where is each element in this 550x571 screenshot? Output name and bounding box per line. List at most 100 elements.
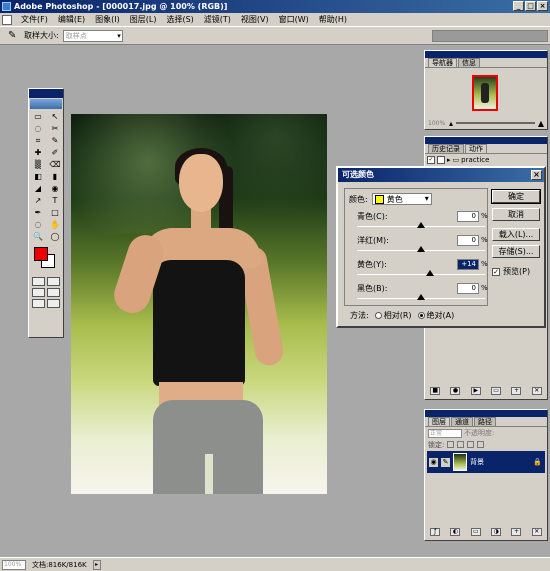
document-size-info[interactable]: 文档:816K/816K: [32, 560, 87, 570]
gradient-tool-icon[interactable]: ▮: [47, 171, 63, 182]
magic-wand-tool-icon[interactable]: ✂: [47, 123, 63, 134]
history-panel-title-bar[interactable]: [425, 137, 547, 144]
standard-screen-icon[interactable]: [32, 288, 45, 297]
status-menu-arrow-icon[interactable]: ▸: [92, 559, 101, 570]
document-canvas[interactable]: [71, 114, 327, 494]
black-slider-thumb[interactable]: [417, 294, 425, 300]
layers-panel-title-bar[interactable]: [425, 410, 547, 417]
standard-mode-icon[interactable]: [32, 277, 45, 286]
pen-tool-icon[interactable]: ✒: [30, 207, 46, 218]
load-button[interactable]: 载入(L)...: [492, 228, 540, 241]
new-set-icon[interactable]: ▭: [491, 387, 502, 395]
new-action-icon[interactable]: +: [511, 387, 522, 395]
method-relative-radio[interactable]: 相对(R): [374, 310, 412, 321]
dialog-title-bar[interactable]: 可选颜色 ×: [338, 168, 544, 182]
maximize-button[interactable]: □: [525, 1, 536, 11]
tab-paths[interactable]: 路径: [474, 417, 496, 426]
magenta-slider-thumb[interactable]: [417, 246, 425, 252]
action-row[interactable]: ✓ ▸ ▭ practice: [425, 154, 547, 166]
trash-icon[interactable]: ✕: [531, 528, 542, 536]
cancel-button[interactable]: 取消: [492, 208, 540, 221]
menu-file[interactable]: 文件(F): [16, 14, 53, 25]
yellow-slider-thumb[interactable]: [425, 270, 434, 276]
layer-style-icon[interactable]: ƒ: [430, 528, 441, 536]
healing-brush-tool-icon[interactable]: ✚: [30, 147, 46, 158]
toolbox-title-bar[interactable]: [29, 89, 63, 98]
yellow-slider-track[interactable]: [357, 274, 485, 275]
cyan-slider-thumb[interactable]: [417, 222, 425, 228]
yellow-value-input[interactable]: +14: [457, 259, 479, 270]
trash-icon[interactable]: ✕: [531, 387, 542, 395]
document-icon[interactable]: [2, 14, 12, 25]
lock-position-checkbox[interactable]: [467, 441, 475, 448]
tab-layers[interactable]: 图层: [428, 417, 450, 426]
action-dialog-toggle[interactable]: [437, 156, 445, 164]
navigator-thumbnail[interactable]: [472, 75, 498, 111]
palette-well[interactable]: [432, 30, 548, 42]
visibility-eye-icon[interactable]: ◉: [429, 457, 438, 467]
stop-icon[interactable]: ■: [430, 387, 441, 395]
foreground-color-swatch[interactable]: [34, 247, 48, 261]
history-brush-tool-icon[interactable]: ⌫: [47, 159, 63, 170]
tab-channels[interactable]: 通道: [451, 417, 473, 426]
navigator-panel-title-bar[interactable]: [425, 51, 547, 58]
adjustment-layer-icon[interactable]: ◑: [491, 528, 502, 536]
save-button[interactable]: 存储(S)...: [492, 245, 540, 258]
action-toggle-checkbox[interactable]: ✓: [427, 156, 435, 164]
preview-checkbox[interactable]: ✓: [492, 267, 500, 276]
tab-navigator[interactable]: 导航器: [428, 58, 457, 67]
play-icon[interactable]: ▶: [470, 387, 481, 395]
type-tool-icon[interactable]: T: [47, 195, 63, 206]
eyedropper-tool-icon[interactable]: ✋: [47, 219, 63, 230]
shape-tool-icon[interactable]: □: [47, 207, 63, 218]
magenta-value-input[interactable]: 0: [457, 235, 479, 246]
quick-mask-mode-icon[interactable]: [47, 277, 60, 286]
dodge-tool-icon[interactable]: ◉: [47, 183, 63, 194]
new-layer-icon[interactable]: +: [511, 528, 522, 536]
black-value-input[interactable]: 0: [457, 283, 479, 294]
move-tool-icon[interactable]: ↖: [47, 111, 63, 122]
hand-tool-icon[interactable]: 🔍: [30, 231, 46, 242]
navigator-zoom-slider[interactable]: [456, 122, 535, 124]
cyan-value-input[interactable]: 0: [457, 211, 479, 222]
tab-actions[interactable]: 动作: [465, 144, 487, 153]
lock-image-checkbox[interactable]: [457, 441, 465, 448]
path-selection-tool-icon[interactable]: ↗: [30, 195, 46, 206]
jump-to-imageready-icon[interactable]: [47, 299, 60, 308]
navigator-zoom-value[interactable]: 100%: [428, 120, 446, 127]
blend-mode-select[interactable]: 正常: [428, 428, 462, 438]
record-icon[interactable]: ●: [450, 387, 461, 395]
zoom-in-icon[interactable]: ▲: [538, 119, 544, 128]
menu-view[interactable]: 视图(V): [236, 14, 274, 25]
menu-select[interactable]: 选择(S): [161, 14, 198, 25]
dialog-close-button[interactable]: ×: [531, 170, 542, 180]
menu-edit[interactable]: 编辑(E): [53, 14, 90, 25]
close-button[interactable]: ×: [537, 1, 548, 11]
layer-mask-icon[interactable]: ◐: [450, 528, 461, 536]
zoom-out-icon[interactable]: ▴: [449, 119, 453, 128]
marquee-tool-icon[interactable]: ▭: [30, 111, 46, 122]
full-screen-icon[interactable]: [32, 299, 45, 308]
notes-tool-icon[interactable]: ◌: [30, 219, 46, 230]
lock-all-checkbox[interactable]: [477, 441, 485, 448]
status-zoom-field[interactable]: 100%: [2, 559, 26, 570]
menu-filter[interactable]: 滤镜(T): [199, 14, 236, 25]
eraser-tool-icon[interactable]: ◧: [30, 171, 46, 182]
full-screen-menu-icon[interactable]: [47, 288, 60, 297]
clone-stamp-tool-icon[interactable]: ▒: [30, 159, 46, 170]
crop-tool-icon[interactable]: ⌗: [30, 135, 46, 146]
menu-image[interactable]: 图象(I): [90, 14, 125, 25]
sample-size-select[interactable]: 取样点: [62, 29, 123, 42]
ok-button[interactable]: 确定: [491, 189, 541, 204]
lock-transparency-checkbox[interactable]: [447, 441, 455, 448]
lasso-tool-icon[interactable]: ◌: [30, 123, 46, 134]
tab-history[interactable]: 历史记录: [428, 144, 464, 153]
method-absolute-radio[interactable]: 绝对(A): [417, 310, 454, 321]
blur-tool-icon[interactable]: ◢: [30, 183, 46, 194]
new-set-icon[interactable]: ▭: [470, 528, 481, 536]
layer-row-background[interactable]: ◉ ✎ 背景 🔒: [427, 451, 545, 473]
brush-tool-icon[interactable]: ✐: [47, 147, 63, 158]
menu-window[interactable]: 窗口(W): [274, 14, 314, 25]
tab-info[interactable]: 信息: [458, 58, 480, 67]
color-select[interactable]: 黄色: [371, 193, 432, 205]
